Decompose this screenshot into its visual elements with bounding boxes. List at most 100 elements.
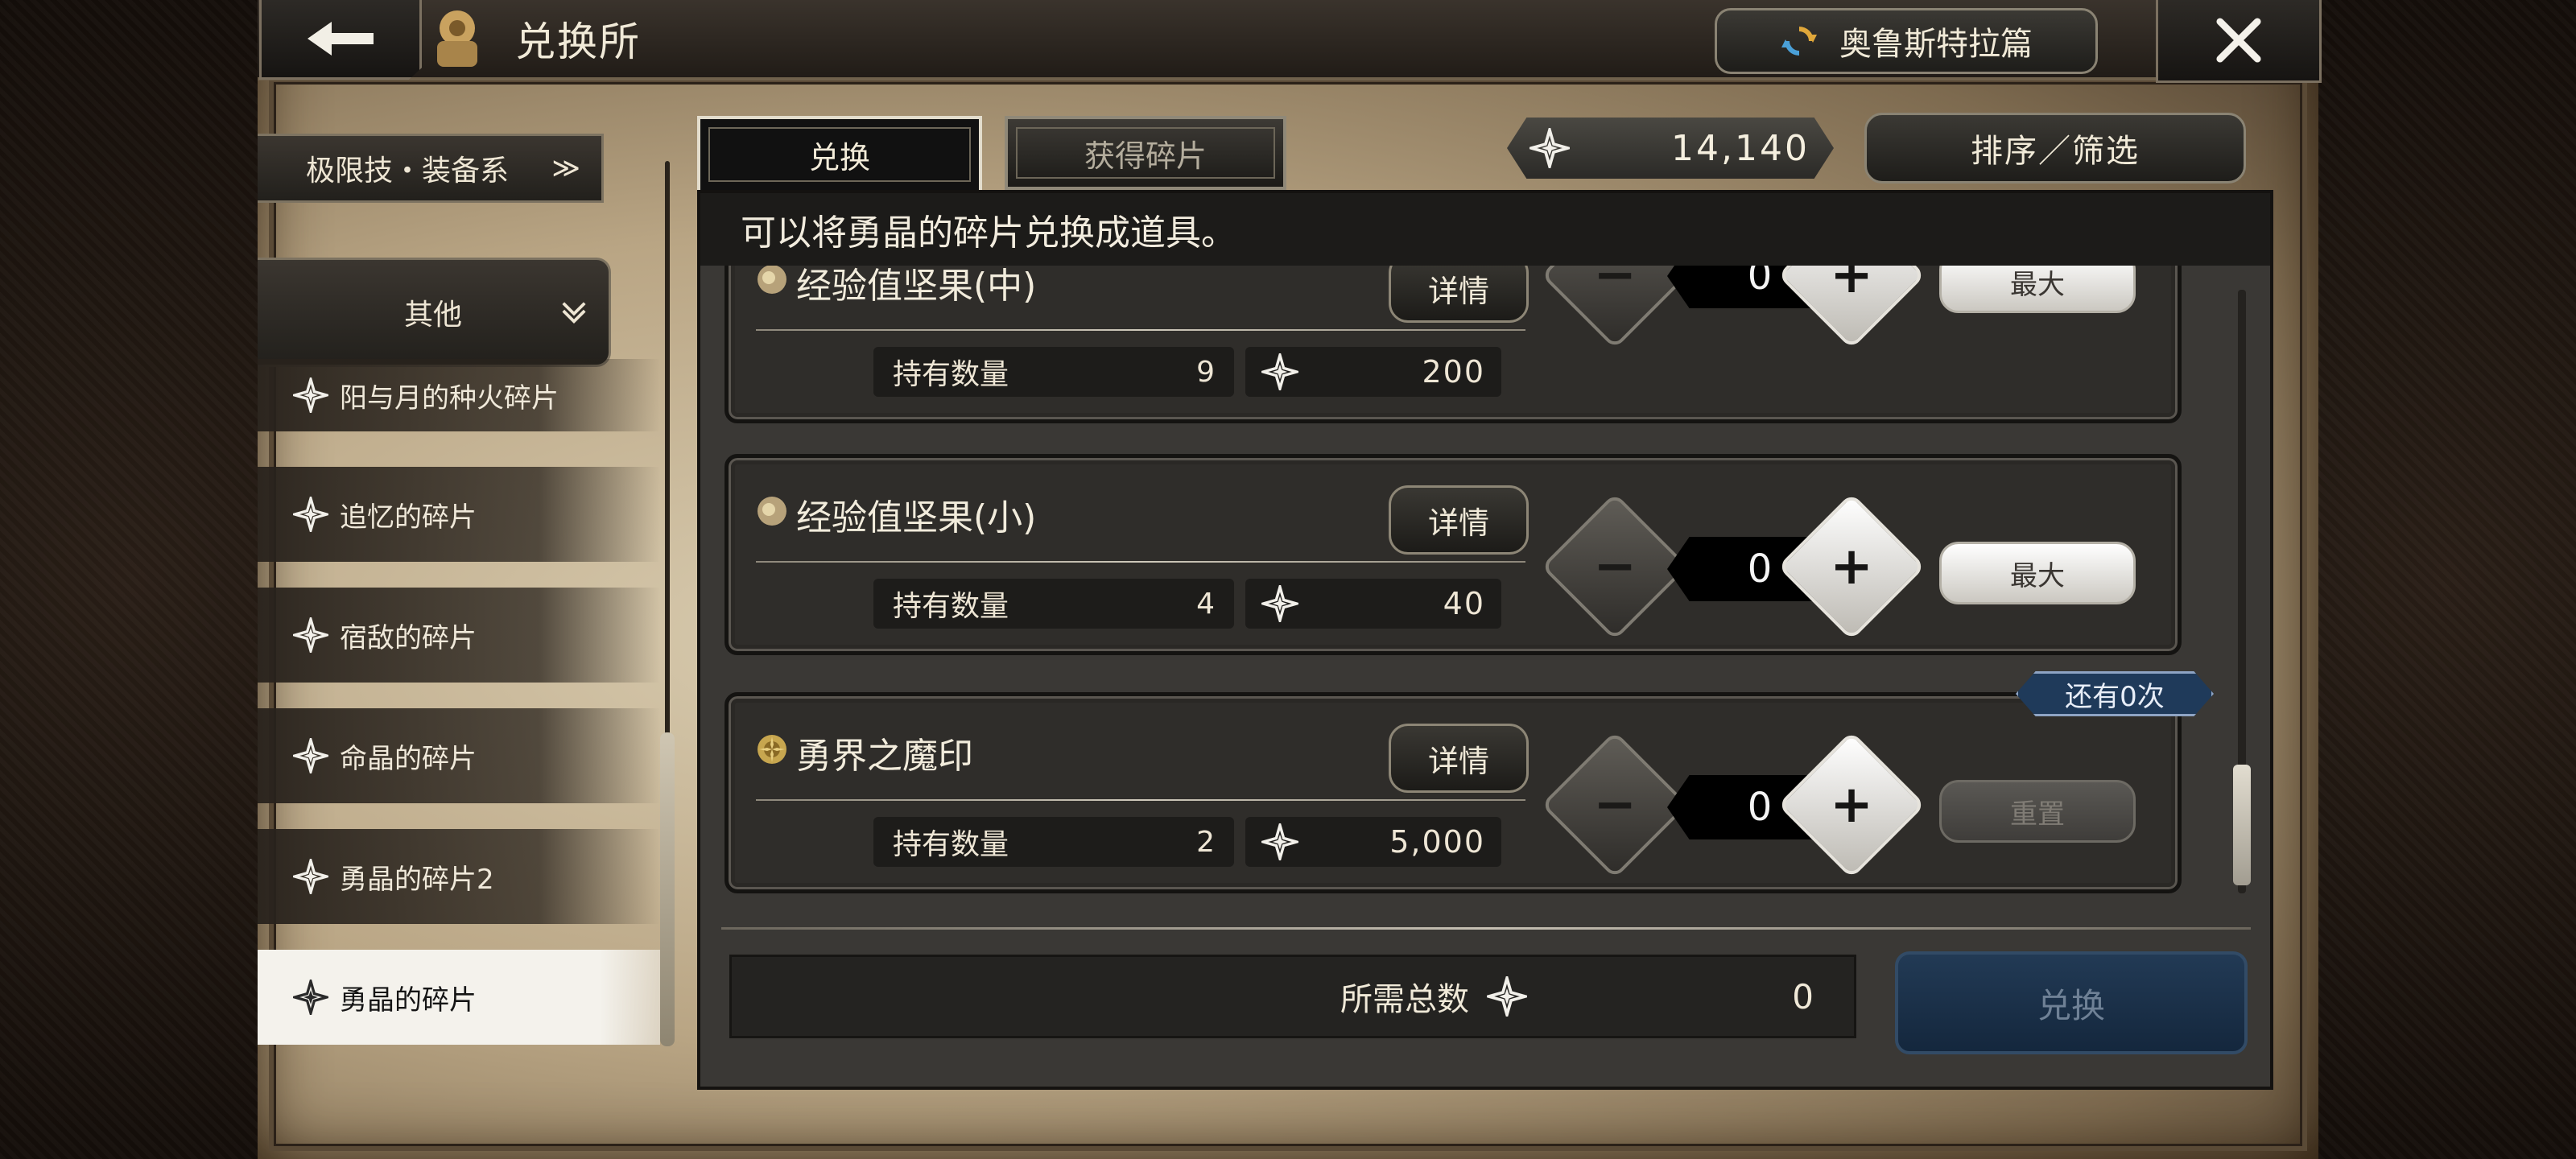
- detail-button[interactable]: 详情: [1389, 485, 1529, 555]
- nut-icon: [758, 497, 786, 526]
- detail-label: 详情: [1427, 505, 1489, 541]
- reset-button[interactable]: 重置: [1939, 780, 2136, 843]
- category-limit-break-equipment[interactable]: 极限技・装备系 ≫: [258, 134, 604, 203]
- owned-label: 持有数量: [893, 358, 1009, 391]
- owned-label: 持有数量: [893, 828, 1009, 861]
- decrease-button[interactable]: −: [1541, 493, 1689, 641]
- shard-icon: [1530, 128, 1570, 168]
- tab-exchange[interactable]: 兑换: [697, 116, 982, 193]
- shard-icon: [293, 738, 328, 773]
- sidebar-scrollbar-thumb[interactable]: [660, 732, 675, 1046]
- card-divider: [756, 329, 1525, 331]
- left-backdrop: [0, 0, 258, 1159]
- owned-count-box: 持有数量 9: [873, 347, 1234, 397]
- page-title: 兑换所: [515, 19, 641, 65]
- quantity-value: 0: [1747, 785, 1773, 830]
- chapter-label: 奥鲁斯特拉篇: [1839, 26, 2033, 63]
- exchange-button[interactable]: 兑换: [1895, 951, 2248, 1054]
- owned-label: 持有数量: [893, 590, 1009, 623]
- cost-box: 200: [1245, 347, 1501, 397]
- close-button[interactable]: [2156, 0, 2322, 83]
- sidebar-item-memory-shard[interactable]: 追忆的碎片: [258, 467, 660, 562]
- shard-icon: [1261, 585, 1298, 622]
- shard-icon: [1261, 353, 1298, 390]
- plus-icon: +: [1830, 775, 1873, 835]
- exchange-item-card: 经验值坚果(小) 详情 持有数量 4 40 − 0 + 最大: [724, 454, 2182, 655]
- sort-filter-label: 排序／筛选: [1971, 133, 2140, 170]
- sidebar-item-label: 追忆的碎片: [340, 501, 477, 534]
- sidebar-item-label: 阳与月的种火碎片: [340, 382, 559, 415]
- category-other-toggle[interactable]: 其他: [258, 258, 611, 367]
- sidebar-item-brave-crystal-shard[interactable]: 勇晶的碎片: [258, 950, 660, 1045]
- sidebar-item-rival-shard[interactable]: 宿敌的碎片: [258, 588, 660, 683]
- minus-icon: −: [1593, 537, 1637, 596]
- category-label: 其他: [403, 299, 462, 332]
- shard-icon: [293, 497, 328, 532]
- detail-button[interactable]: 详情: [1389, 724, 1529, 793]
- cost-value: 40: [1443, 586, 1485, 621]
- tab-obtain-shards[interactable]: 获得碎片: [1005, 116, 1286, 190]
- item-name: 勇界之魔印: [796, 736, 973, 777]
- back-arrow-icon: [308, 22, 374, 56]
- info-banner: 可以将勇晶的碎片兑换成道具。: [700, 193, 2270, 266]
- sidebar-item-label: 勇晶的碎片: [340, 984, 477, 1017]
- shard-currency-display: 14,140: [1507, 118, 1834, 179]
- increase-button[interactable]: +: [1777, 731, 1926, 879]
- sidebar-item-brave-crystal-shard-2[interactable]: 勇晶的碎片2: [258, 829, 660, 924]
- sidebar-item-label: 宿敌的碎片: [340, 621, 477, 654]
- owned-count: 9: [1196, 355, 1215, 389]
- cost-value: 5,000: [1389, 824, 1485, 860]
- sort-filter-button[interactable]: 排序／筛选: [1864, 113, 2246, 184]
- shard-icon: [293, 859, 328, 894]
- quantity-value: 0: [1747, 547, 1773, 592]
- shard-icon: [293, 980, 328, 1015]
- category-label: 极限技・装备系: [306, 155, 510, 188]
- right-backdrop: [2318, 0, 2576, 1159]
- sidebar-item-sun-moon-shard[interactable]: 阳与月的种火碎片: [258, 359, 660, 431]
- total-required-bar: 所需总数 0: [729, 955, 1856, 1038]
- list-scrollbar-thumb[interactable]: [2233, 765, 2251, 885]
- card-divider: [756, 799, 1525, 801]
- nut-icon: [758, 265, 786, 294]
- shard-icon: [293, 617, 328, 653]
- total-value: 0: [1792, 976, 1814, 1017]
- total-label: 所需总数: [1340, 981, 1469, 1018]
- sidebar-item-fate-crystal-shard[interactable]: 命晶的碎片: [258, 708, 660, 803]
- cost-box: 5,000: [1245, 817, 1501, 867]
- chevron-right-icon: ≫: [551, 152, 580, 184]
- max-label: 最大: [2010, 559, 2065, 592]
- max-label: 最大: [2010, 268, 2065, 301]
- shard-icon: [1261, 823, 1298, 860]
- owned-count: 4: [1196, 587, 1215, 621]
- card-divider: [756, 561, 1525, 563]
- tab-inner-frame: [708, 127, 971, 182]
- decrease-button[interactable]: −: [1541, 731, 1689, 879]
- increase-button[interactable]: +: [1777, 493, 1926, 641]
- seal-icon: [758, 735, 786, 764]
- exchange-label: 兑换: [2037, 985, 2105, 1025]
- footer-divider: [721, 927, 2251, 930]
- sidebar-item-label: 命晶的碎片: [340, 742, 477, 775]
- chapter-switch-button[interactable]: 奥鲁斯特拉篇: [1715, 8, 2098, 74]
- shard-icon: [1487, 976, 1527, 1017]
- shard-count: 14,140: [1671, 127, 1810, 169]
- plus-icon: +: [1830, 537, 1873, 596]
- back-button[interactable]: [259, 0, 422, 80]
- exchange-item-card: 勇界之魔印 详情 持有数量 2 5,000 − 0 + 重置: [724, 692, 2182, 893]
- tab-inner-frame: [1016, 127, 1275, 179]
- cost-value: 200: [1422, 354, 1485, 390]
- shard-icon: [293, 377, 328, 413]
- refresh-icon: [1781, 27, 1817, 56]
- sidebar-item-label: 勇晶的碎片2: [340, 863, 494, 896]
- remaining-label: 还有0次: [2065, 680, 2165, 713]
- item-name: 经验值坚果(小): [796, 497, 1037, 538]
- owned-count-box: 持有数量 4: [873, 579, 1234, 629]
- max-button[interactable]: 最大: [1939, 542, 2136, 604]
- owned-count: 2: [1196, 825, 1215, 859]
- owned-count-box: 持有数量 2: [873, 817, 1234, 867]
- detail-label: 详情: [1427, 743, 1489, 779]
- reset-label: 重置: [2010, 798, 2065, 831]
- shop-emblem-icon: [419, 3, 496, 74]
- remaining-count-badge: 还有0次: [2016, 671, 2214, 716]
- minus-icon: −: [1593, 775, 1637, 835]
